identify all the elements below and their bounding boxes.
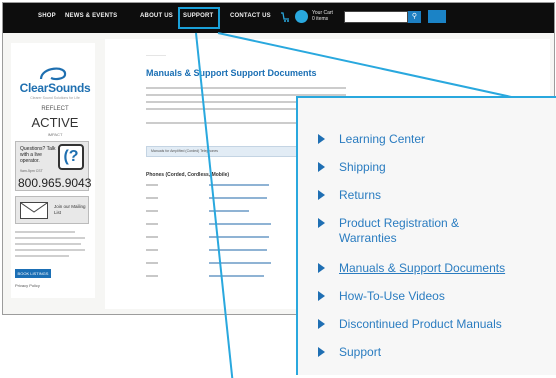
table-row	[146, 236, 158, 238]
menu-item-product-registration[interactable]: Product Registration & Warranties	[318, 216, 489, 246]
menu-item-support[interactable]: Support	[318, 345, 381, 360]
impact-text: IMPACT	[47, 132, 63, 137]
menu-item-learning-center[interactable]: Learning Center	[318, 132, 425, 147]
brand-logo[interactable]: ClearSounds	[15, 81, 95, 95]
active-text: ACTIVE	[31, 115, 79, 130]
table-row	[146, 223, 158, 225]
menu-item-manuals-support[interactable]: Manuals & Support Documents	[318, 261, 505, 276]
nav-shop[interactable]: SHOP	[38, 13, 56, 19]
sidebar-text-line	[15, 243, 81, 245]
menu-item-returns[interactable]: Returns	[318, 188, 381, 203]
menu-item-label: Discontinued Product Manuals	[339, 317, 502, 331]
menu-item-label: Returns	[339, 188, 382, 202]
support-highlight-box	[178, 7, 220, 29]
top-navigation: SHOP NEWS & EVENTS ABOUT US SUPPORT CONT…	[3, 3, 554, 33]
question-phone-icon: (?	[58, 144, 84, 170]
cart-badge-icon[interactable]	[295, 10, 308, 23]
support-phone[interactable]: 800.965.9043	[18, 176, 91, 190]
arrow-right-icon	[318, 218, 325, 228]
brand-tagline: Clearer Sound Solutions for Life	[30, 96, 80, 100]
sidebar-text-line	[15, 231, 75, 233]
table-row	[146, 249, 158, 251]
arrow-right-icon	[318, 190, 325, 200]
table-row	[146, 184, 158, 186]
envelope-icon	[20, 202, 48, 219]
nav-contact-us[interactable]: CONTACT US	[230, 13, 271, 19]
menu-item-label: Shipping	[339, 160, 386, 174]
logo-swoosh-icon	[39, 67, 67, 81]
book-listings-button[interactable]: BOOK LISTINGS	[15, 269, 51, 278]
reflect-text: REFLECT	[41, 106, 69, 112]
support-menu-zoom: Learning Center Shipping Returns Product…	[296, 96, 556, 375]
table-row-link[interactable]	[209, 223, 271, 225]
sidebar-text-line	[15, 255, 69, 257]
paragraph-line	[146, 108, 306, 110]
menu-item-how-to-videos[interactable]: How-To-Use Videos	[318, 289, 445, 304]
arrow-right-icon	[318, 263, 325, 273]
menu-item-shipping[interactable]: Shipping	[318, 160, 386, 175]
cart-summary[interactable]: Your Cart 0 items	[312, 10, 333, 22]
arrow-right-icon	[318, 162, 325, 172]
mailing-list-callout[interactable]: Join our Mailing List	[15, 196, 89, 224]
manual-filter-bar[interactable]: Manuals for Amplified (Corded) Telephone…	[146, 146, 306, 157]
search-button[interactable]: ⚲	[408, 11, 421, 23]
table-row	[146, 262, 158, 264]
page-title: Manuals & Support Support Documents	[146, 68, 317, 78]
table-row-link[interactable]	[209, 275, 264, 277]
table-row	[146, 197, 158, 199]
paragraph-line	[146, 87, 346, 89]
menu-item-label: How-To-Use Videos	[339, 289, 445, 303]
sidebar-text-line	[15, 237, 85, 239]
table-row-link[interactable]	[209, 197, 267, 199]
questions-callout[interactable]: Questions? Talk with a live operator. (?…	[15, 141, 91, 191]
table-header: Phones (Corded, Cordless, Mobile)	[146, 172, 230, 178]
table-row	[146, 275, 158, 277]
table-row	[146, 210, 158, 212]
menu-item-discontinued-manuals[interactable]: Discontinued Product Manuals	[318, 317, 502, 332]
arrow-right-icon	[318, 319, 325, 329]
breadcrumb[interactable]: —————	[146, 52, 166, 57]
arrow-right-icon	[318, 347, 325, 357]
nav-about-us[interactable]: ABOUT US	[140, 13, 173, 19]
support-hours: 9am-5pm CST	[20, 169, 43, 173]
mailing-list-label: Join our Mailing List	[54, 204, 86, 215]
nav-news-events[interactable]: NEWS & EVENTS	[65, 13, 117, 19]
menu-item-label: Learning Center	[339, 132, 426, 146]
sidebar-text-line	[15, 249, 85, 251]
search-input[interactable]	[344, 11, 408, 23]
table-row-link[interactable]	[209, 184, 269, 186]
menu-item-label: Product Registration & Warranties	[339, 216, 460, 245]
search-icon: ⚲	[411, 13, 418, 20]
questions-title: Questions? Talk with a live operator.	[20, 146, 56, 164]
menu-item-label: Support	[339, 345, 382, 359]
arrow-right-icon	[318, 291, 325, 301]
cart-count: 0 items	[312, 16, 329, 22]
account-badge[interactable]	[428, 10, 446, 23]
cart-icon[interactable]	[280, 11, 290, 23]
privacy-link[interactable]: Privacy Policy	[15, 283, 40, 288]
arrow-right-icon	[318, 134, 325, 144]
sidebar: ClearSounds Clearer Sound Solutions for …	[11, 43, 95, 298]
menu-item-label: Manuals & Support Documents	[339, 261, 506, 275]
